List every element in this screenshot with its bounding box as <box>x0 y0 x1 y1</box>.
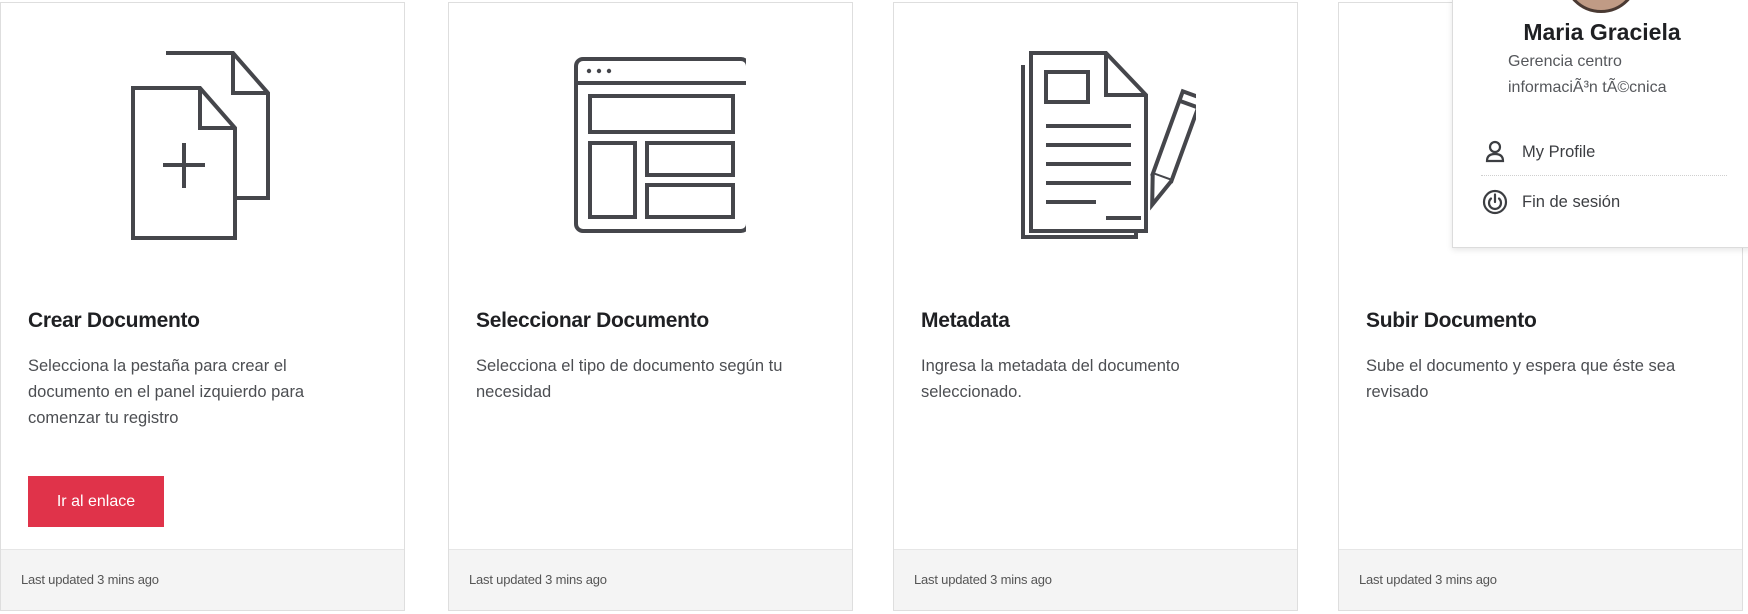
card-title: Subir Documento <box>1366 309 1537 332</box>
card-footer: Last updated 3 mins ago <box>449 549 852 610</box>
last-updated-text: Last updated 3 mins ago <box>21 572 159 587</box>
power-icon <box>1481 188 1509 216</box>
card-description: Selecciona la pestaña para crear el docu… <box>28 357 305 427</box>
last-updated-text: Last updated 3 mins ago <box>914 572 1052 587</box>
last-updated-text: Last updated 3 mins ago <box>469 572 607 587</box>
card-seleccionar-documento: Seleccionar Documento Selecciona el tipo… <box>448 2 853 611</box>
card-footer: Last updated 3 mins ago <box>1 549 404 610</box>
user-role: Gerencia centro informaciÃ³n tÃ©cnica <box>1508 53 1667 96</box>
menu-item-logout[interactable]: Fin de sesión <box>1481 179 1727 225</box>
new-document-icon <box>1 43 404 243</box>
user-name: Maria Graciela <box>1523 19 1681 45</box>
go-to-link-button[interactable]: Ir al enlace <box>28 476 164 527</box>
card-title: Seleccionar Documento <box>476 309 709 332</box>
menu-divider <box>1481 175 1727 176</box>
last-updated-text: Last updated 3 mins ago <box>1359 572 1497 587</box>
menu-item-label: My Profile <box>1522 142 1596 161</box>
avatar <box>1563 0 1639 13</box>
menu-item-label: Fin de sesión <box>1522 192 1621 211</box>
user-icon <box>1481 138 1509 166</box>
document-edit-icon <box>894 43 1297 243</box>
card-description: Sube el documento y espera que éste sea … <box>1366 357 1676 401</box>
card-title: Crear Documento <box>28 309 200 332</box>
card-crear-documento: Crear Documento Selecciona la pestaña pa… <box>0 2 405 611</box>
card-footer: Last updated 3 mins ago <box>894 549 1297 610</box>
card-title: Metadata <box>921 309 1010 332</box>
profile-dropdown: Maria Graciela Gerencia centro informaci… <box>1452 0 1748 248</box>
card-description: Selecciona el tipo de documento según tu… <box>476 357 783 401</box>
layout-template-icon <box>449 43 852 243</box>
card-footer: Last updated 3 mins ago <box>1339 549 1742 610</box>
card-metadata: Metadata Ingresa la metadata del documen… <box>893 2 1298 611</box>
menu-item-my-profile[interactable]: My Profile <box>1481 129 1727 175</box>
card-description: Ingresa la metadata del documento selecc… <box>921 357 1180 401</box>
